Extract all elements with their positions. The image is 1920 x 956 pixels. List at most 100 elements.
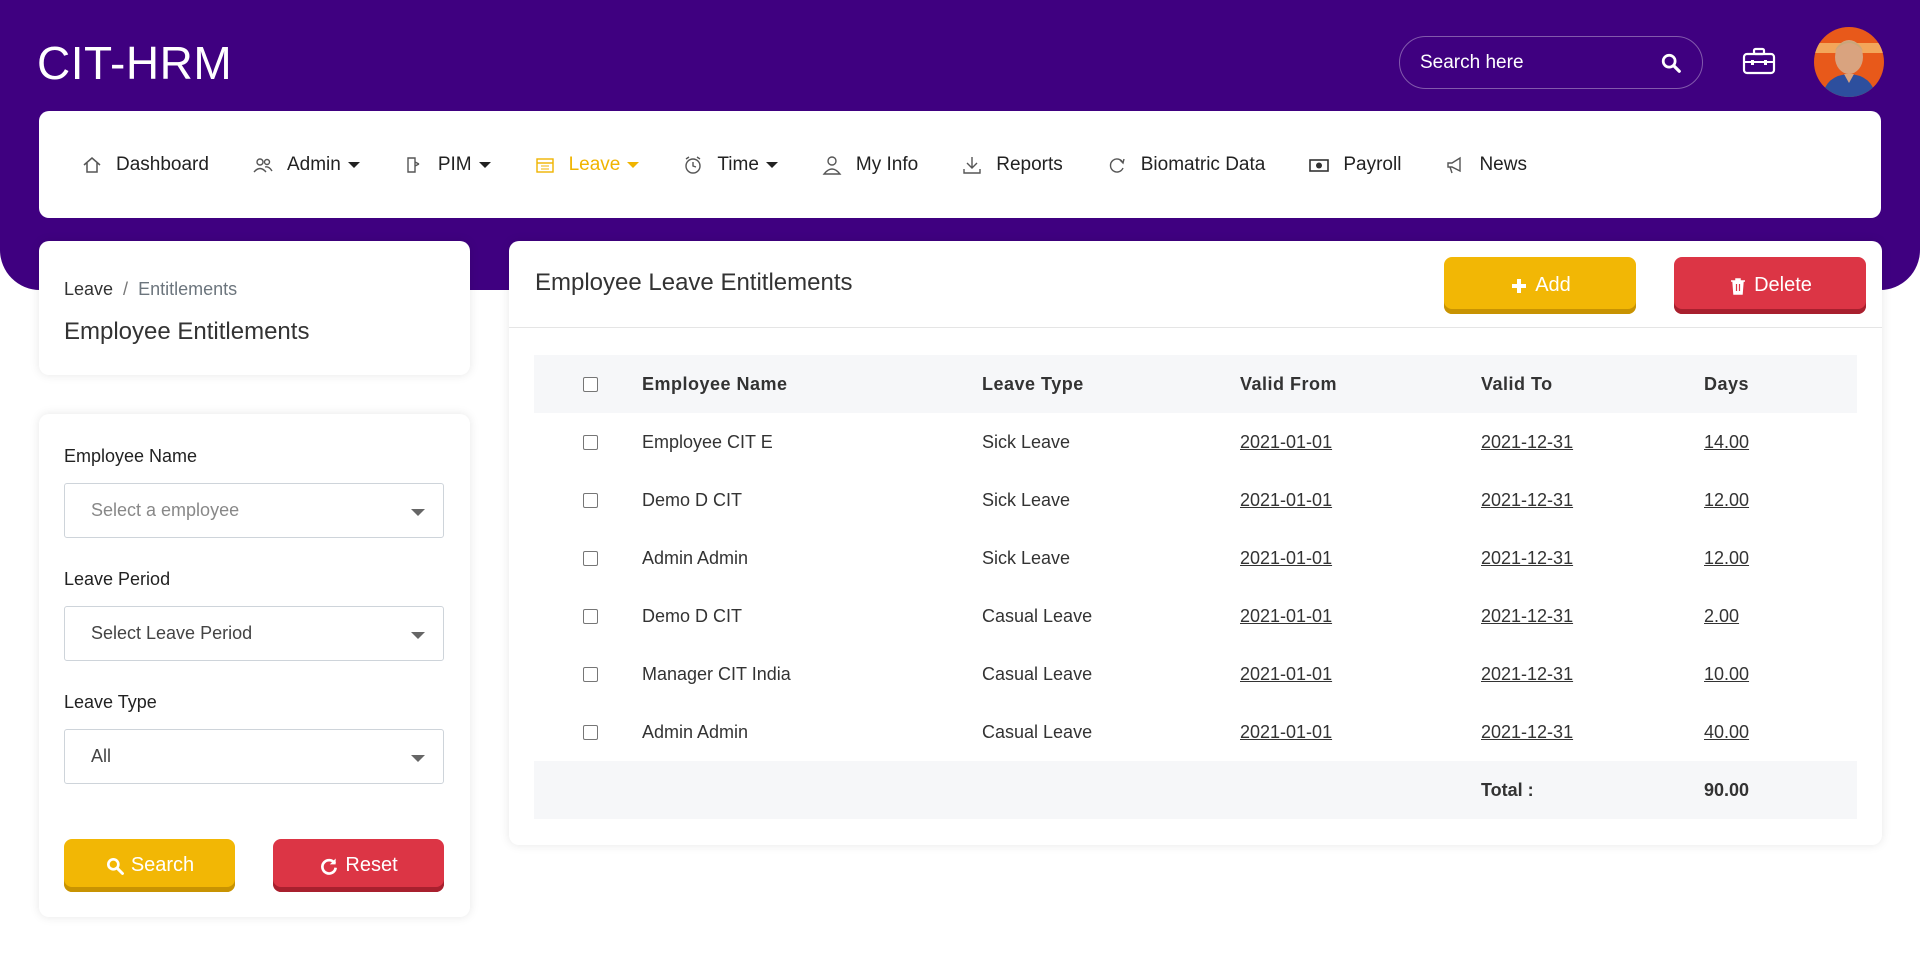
cell-days-link[interactable]: 2.00	[1704, 606, 1739, 626]
table-total-row: Total : 90.00	[534, 761, 1857, 819]
nav-label: Dashboard	[116, 153, 209, 175]
clock-icon	[685, 155, 702, 174]
nav-label: Reports	[996, 153, 1063, 175]
chevron-down-icon	[627, 161, 640, 168]
employee-select[interactable]: Select a employee	[64, 483, 444, 538]
global-search[interactable]: Search here	[1399, 36, 1703, 89]
column-header-days[interactable]: Days	[1704, 355, 1857, 413]
chevron-down-icon	[411, 509, 425, 516]
reset-button-label: Reset	[345, 854, 398, 876]
chevron-down-icon	[411, 632, 425, 639]
table-header-row: Employee Name Leave Type Valid From Vali…	[534, 355, 1857, 413]
home-icon	[83, 156, 101, 173]
row-checkbox[interactable]	[583, 667, 598, 683]
cell-valid-from-link[interactable]: 2021-01-01	[1240, 490, 1332, 510]
search-icon[interactable]	[1660, 52, 1682, 74]
search-button[interactable]: Search	[64, 839, 235, 892]
nav-payroll[interactable]: Payroll	[1309, 154, 1401, 176]
breadcrumb: Leave / Entitlements	[64, 279, 445, 300]
nav-label: News	[1479, 153, 1527, 175]
nav-time[interactable]: Time	[683, 154, 778, 176]
cell-days-link[interactable]: 10.00	[1704, 664, 1749, 684]
cell-valid-from-link[interactable]: 2021-01-01	[1240, 606, 1332, 626]
column-header-employee-name[interactable]: Employee Name	[642, 355, 982, 413]
cell-days-link[interactable]: 12.00	[1704, 490, 1749, 510]
megaphone-icon	[1447, 156, 1462, 173]
row-checkbox[interactable]	[583, 725, 598, 741]
employee-select-value: Select a employee	[91, 500, 240, 520]
cell-valid-to-link[interactable]: 2021-12-31	[1481, 664, 1573, 684]
trash-icon	[1731, 277, 1746, 295]
nav-pim[interactable]: PIM	[404, 154, 491, 176]
cell-days-link[interactable]: 14.00	[1704, 432, 1749, 452]
nav-label: Payroll	[1343, 153, 1402, 175]
column-header-valid-to[interactable]: Valid To	[1481, 355, 1704, 413]
app-brand[interactable]: CIT-HRM	[37, 36, 232, 90]
leave-type-select[interactable]: All	[64, 729, 444, 784]
nav-label: Admin	[286, 153, 341, 175]
refresh-icon	[1109, 157, 1125, 173]
search-placeholder: Search here	[1420, 51, 1524, 73]
column-header-valid-from[interactable]: Valid From	[1240, 355, 1481, 413]
breadcrumb-current: Entitlements	[138, 279, 238, 299]
main-navigation: Dashboard Admin PIM Leave Time My Info R…	[39, 111, 1881, 218]
table-row: Admin Admin Casual Leave 2021-01-01 2021…	[534, 703, 1857, 761]
cell-valid-to-link[interactable]: 2021-12-31	[1481, 722, 1573, 742]
cell-valid-to-link[interactable]: 2021-12-31	[1481, 432, 1573, 452]
cell-valid-from-link[interactable]: 2021-01-01	[1240, 432, 1332, 452]
card-title: Employee Leave Entitlements	[535, 269, 853, 296]
reset-button[interactable]: Reset	[273, 839, 444, 892]
cell-valid-from-link[interactable]: 2021-01-01	[1240, 548, 1332, 568]
chevron-down-icon	[347, 161, 360, 168]
download-icon	[963, 156, 981, 174]
cell-leave-type: Casual Leave	[982, 721, 1093, 742]
chevron-down-icon	[411, 755, 425, 762]
cell-valid-to-link[interactable]: 2021-12-31	[1481, 548, 1573, 568]
entitlements-table: Employee Name Leave Type Valid From Vali…	[534, 355, 1857, 819]
cell-days-link[interactable]: 40.00	[1704, 722, 1749, 742]
cell-employee-name: Admin Admin	[642, 721, 749, 742]
user-avatar[interactable]	[1814, 27, 1884, 97]
search-button-label: Search	[130, 854, 195, 876]
pim-icon	[407, 156, 420, 173]
cell-leave-type: Sick Leave	[982, 547, 1071, 568]
nav-leave[interactable]: Leave	[535, 154, 640, 176]
column-header-leave-type[interactable]: Leave Type	[982, 355, 1240, 413]
row-checkbox[interactable]	[583, 551, 598, 567]
nav-my-info[interactable]: My Info	[822, 154, 918, 176]
money-icon	[1309, 158, 1330, 172]
cell-days-link[interactable]: 12.00	[1704, 548, 1749, 568]
leave-period-value: Select Leave Period	[91, 623, 253, 643]
breadcrumb-parent[interactable]: Leave	[64, 279, 113, 299]
row-checkbox[interactable]	[583, 609, 598, 625]
cell-valid-to-link[interactable]: 2021-12-31	[1481, 606, 1573, 626]
add-button[interactable]: Add	[1444, 257, 1636, 314]
table-row: Demo D CIT Sick Leave 2021-01-01 2021-12…	[534, 471, 1857, 529]
total-value: 90.00	[1704, 779, 1750, 800]
cell-valid-from-link[interactable]: 2021-01-01	[1240, 722, 1332, 742]
breadcrumb-separator: /	[123, 279, 129, 299]
select-all-checkbox[interactable]	[583, 377, 598, 393]
cell-valid-from-link[interactable]: 2021-01-01	[1240, 664, 1332, 684]
row-checkbox[interactable]	[583, 493, 598, 509]
table-row: Admin Admin Sick Leave 2021-01-01 2021-1…	[534, 529, 1857, 587]
users-icon	[253, 157, 273, 172]
cell-leave-type: Sick Leave	[982, 431, 1071, 452]
leave-type-value: All	[91, 746, 112, 766]
briefcase-icon[interactable]	[1742, 46, 1776, 76]
delete-button[interactable]: Delete	[1674, 257, 1866, 314]
nav-biomatric-data[interactable]: Biomatric Data	[1107, 153, 1266, 176]
cell-employee-name: Demo D CIT	[642, 605, 743, 626]
cell-employee-name: Admin Admin	[642, 547, 749, 568]
total-label: Total :	[1481, 779, 1534, 800]
cell-employee-name: Demo D CIT	[642, 489, 743, 510]
nav-label: Biomatric Data	[1140, 153, 1266, 175]
row-checkbox[interactable]	[583, 435, 598, 451]
nav-reports[interactable]: Reports	[962, 154, 1063, 176]
leave-period-select[interactable]: Select Leave Period	[64, 606, 444, 661]
nav-admin[interactable]: Admin	[253, 154, 360, 176]
cell-valid-to-link[interactable]: 2021-12-31	[1481, 490, 1573, 510]
nav-news[interactable]: News	[1445, 154, 1527, 176]
cell-employee-name: Manager CIT India	[642, 663, 791, 684]
nav-dashboard[interactable]: Dashboard	[82, 154, 209, 176]
